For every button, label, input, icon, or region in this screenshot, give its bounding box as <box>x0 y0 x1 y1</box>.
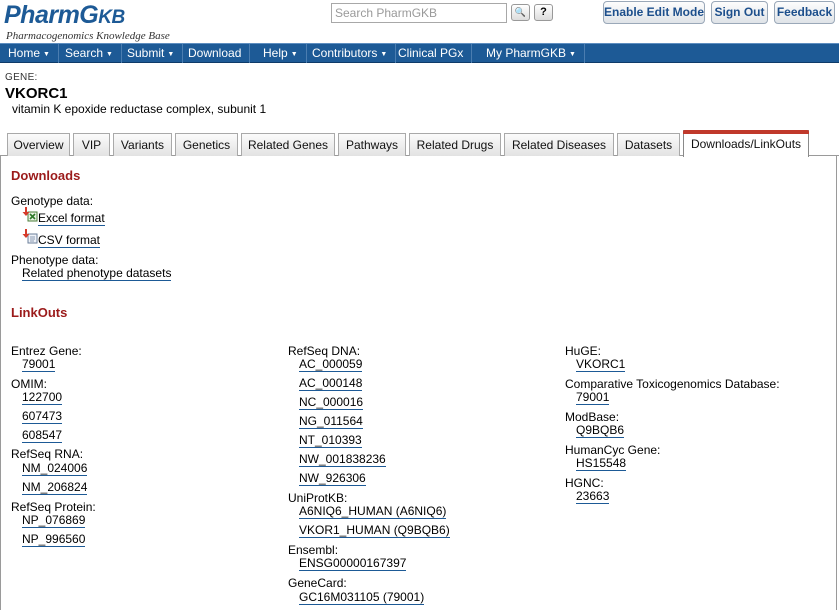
uniprotkb-link[interactable]: A6NIQ6_HUMAN (A6NIQ6) <box>299 505 447 519</box>
csv-download-icon <box>22 229 38 244</box>
tab-related-diseases[interactable]: Related Diseases <box>504 133 614 156</box>
entrez-gene-label: Entrez Gene: <box>11 344 82 358</box>
refseq-dna-link[interactable]: AC_000148 <box>299 377 363 391</box>
hgnc-link[interactable]: 23663 <box>576 490 610 504</box>
refseq-dna-link[interactable]: NC_000016 <box>299 396 364 410</box>
genotype-data-label: Genotype data: <box>11 194 94 208</box>
nav-contributors[interactable]: Contributors ▼ <box>304 44 397 63</box>
csv-format-link[interactable]: CSV format <box>38 234 101 248</box>
humancyc-gene-link[interactable]: HS15548 <box>576 457 627 471</box>
nav-help[interactable]: Help ▼ <box>255 44 307 63</box>
refseq-dna-link[interactable]: NW_926306 <box>299 472 366 486</box>
logo-text: PharmG <box>4 1 99 29</box>
tab-pathways[interactable]: Pathways <box>338 133 406 156</box>
help-button[interactable]: ? <box>534 4 553 21</box>
related-phenotype-datasets-link[interactable]: Related phenotype datasets <box>22 267 172 281</box>
sign-out-button[interactable]: Sign Out <box>711 1 768 24</box>
omim-link[interactable]: 122700 <box>22 391 63 405</box>
search-button[interactable]: 🔍 <box>511 4 530 21</box>
genecard-label: GeneCard: <box>288 576 347 590</box>
nav-search[interactable]: Search ▼ <box>57 44 122 63</box>
logo-kb-text: KB <box>98 7 125 28</box>
omim-link[interactable]: 607473 <box>22 410 63 424</box>
refseq-dna-link[interactable]: NW_001838236 <box>299 453 386 467</box>
refseq-rna-link[interactable]: NM_024006 <box>22 462 88 476</box>
phenotype-data-label: Phenotype data: <box>11 253 99 267</box>
tab-related-drugs[interactable]: Related Drugs <box>409 133 501 156</box>
gene-type-label: GENE: <box>5 72 38 83</box>
pharmgkb-logo[interactable]: PharmGKB Pharmacogenomics Knowledge Base <box>4 1 170 42</box>
enable-edit-mode-button[interactable]: Enable Edit Mode <box>603 1 705 24</box>
huge-label: HuGE: <box>565 344 602 358</box>
tab-datasets[interactable]: Datasets <box>617 133 680 156</box>
modbase-link[interactable]: Q9BQB6 <box>576 424 625 438</box>
omim-label: OMIM: <box>11 377 47 391</box>
nav-clinical-pgx[interactable]: Clinical PGx <box>390 44 473 63</box>
entrez-gene-link[interactable]: 79001 <box>22 358 56 372</box>
nav-my-pharmgkb[interactable]: My PharmGKB ▼ <box>478 44 585 63</box>
tab-overview[interactable]: Overview <box>7 133 70 156</box>
nav-download[interactable]: Download <box>180 44 251 63</box>
tab-related-genes[interactable]: Related Genes <box>241 133 335 156</box>
gene-symbol: VKORC1 <box>5 85 68 102</box>
refseq-rna-label: RefSeq RNA: <box>11 447 84 461</box>
caret-down-icon: ▼ <box>290 51 298 58</box>
gene-full-name: vitamin K epoxide reductase complex, sub… <box>12 102 267 116</box>
modbase-label: ModBase: <box>565 410 620 424</box>
huge-link[interactable]: VKORC1 <box>576 358 626 372</box>
panel-border <box>836 156 837 610</box>
ctd-link[interactable]: 79001 <box>576 391 610 405</box>
genecard-link[interactable]: GC16M031105 (79001) <box>299 591 425 605</box>
refseq-dna-link[interactable]: AC_000059 <box>299 358 363 372</box>
refseq-protein-label: RefSeq Protein: <box>11 500 96 514</box>
tab-genetics[interactable]: Genetics <box>175 133 238 156</box>
linkouts-heading: LinkOuts <box>11 305 68 320</box>
refseq-dna-link[interactable]: NT_010393 <box>299 434 362 448</box>
uniprotkb-link[interactable]: VKOR1_HUMAN (Q9BQB6) <box>299 524 450 538</box>
logo-subtitle: Pharmacogenomics Knowledge Base <box>6 30 170 42</box>
refseq-dna-label: RefSeq DNA: <box>288 344 361 358</box>
excel-format-link[interactable]: Excel format <box>38 212 105 226</box>
hgnc-label: HGNC: <box>565 476 604 490</box>
panel-border <box>0 156 1 610</box>
humancyc-gene-label: HumanCyc Gene: <box>565 443 661 457</box>
search-input[interactable]: Search PharmGKB <box>331 3 507 23</box>
refseq-protein-link[interactable]: NP_996560 <box>22 533 86 547</box>
downloads-heading: Downloads <box>11 168 81 183</box>
tab-downloads-linkouts[interactable]: Downloads/LinkOuts <box>683 130 809 157</box>
caret-down-icon: ▼ <box>167 51 175 58</box>
tab-vip[interactable]: VIP <box>73 133 110 156</box>
tab-variants[interactable]: Variants <box>113 133 172 156</box>
ensembl-link[interactable]: ENSG00000167397 <box>299 557 407 571</box>
caret-down-icon: ▼ <box>106 51 113 58</box>
uniprotkb-label: UniProtKB: <box>288 491 348 505</box>
refseq-protein-link[interactable]: NP_076869 <box>22 514 86 528</box>
ensembl-label: Ensembl: <box>288 543 339 557</box>
feedback-button[interactable]: Feedback <box>774 1 835 24</box>
refseq-rna-link[interactable]: NM_206824 <box>22 481 88 495</box>
caret-down-icon: ▼ <box>569 51 576 58</box>
omim-link[interactable]: 608547 <box>22 429 63 443</box>
caret-down-icon: ▼ <box>380 51 388 58</box>
nav-submit[interactable]: Submit ▼ <box>119 44 184 63</box>
caret-down-icon: ▼ <box>43 51 50 58</box>
search-icon: 🔍 <box>514 7 527 17</box>
ctd-label: Comparative Toxicogenomics Database: <box>565 377 780 391</box>
excel-download-icon <box>22 207 38 222</box>
main-nav: Home ▼ Search ▼ Submit ▼ Download Help ▼ Con… <box>0 43 839 63</box>
refseq-dna-link[interactable]: NG_011564 <box>299 415 363 429</box>
nav-home[interactable]: Home ▼ <box>0 44 59 63</box>
